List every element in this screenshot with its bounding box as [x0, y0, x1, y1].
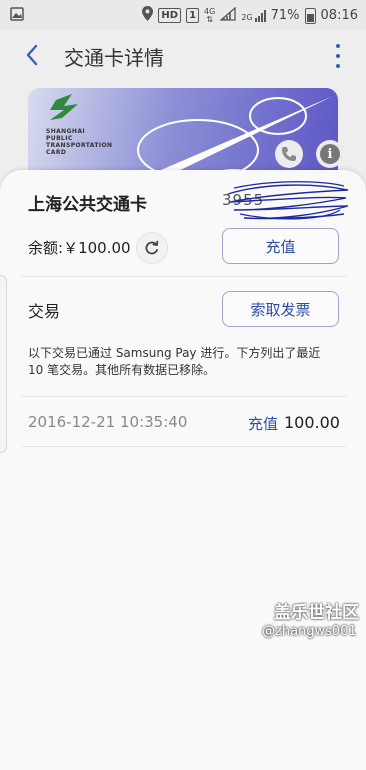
call-button[interactable] [275, 140, 303, 168]
sim-indicator: 1 [186, 8, 200, 23]
balance-label: 余额: [28, 239, 64, 257]
request-invoice-button[interactable]: 索取发票 [222, 291, 339, 327]
battery-percent: 71% [270, 8, 300, 23]
info-button[interactable]: i [316, 140, 344, 168]
top-up-button[interactable]: 充值 [222, 228, 339, 264]
card-text-line: CARD [46, 149, 67, 156]
hd-indicator: HD [158, 8, 182, 23]
card-logo-text: SHANGHAI PUBLIC TRANSPORTATION CARD [46, 128, 112, 156]
page-title: 交通卡详情 [64, 46, 164, 70]
divider [22, 276, 346, 277]
watermark-site: 盖乐世社区 [274, 603, 359, 623]
edge-panel-handle[interactable] [0, 275, 7, 453]
signal-icon [219, 6, 236, 25]
data-4g-indicator: 4G ⇅ [204, 6, 216, 24]
info-icon: i [320, 144, 340, 164]
back-arrow-icon [26, 44, 38, 66]
balance-value: ￥100.00 [63, 239, 131, 257]
battery-icon [304, 7, 316, 24]
signal-2g-indicator: 2G [241, 9, 266, 22]
phone-icon [282, 147, 296, 161]
refresh-icon [145, 240, 159, 255]
divider [22, 396, 346, 397]
redaction-scribble [227, 181, 349, 220]
transaction-time: 10:35:40 [120, 413, 188, 431]
transaction-type: 充值 [248, 415, 279, 433]
refresh-balance-button[interactable] [136, 232, 168, 264]
watermark-user: @zhangws001 [262, 624, 357, 639]
location-icon [142, 6, 154, 25]
gallery-notification-icon [10, 7, 24, 25]
clock: 08:16 [320, 8, 358, 23]
card-detail-sheet: i 上海公共交通卡 3955 余额:￥100.00 充值 交易 索取发票 以下交… [0, 140, 366, 770]
status-bar: HD 1 4G ⇅ 2G 71% 08:16 [0, 0, 366, 30]
card-text-line: PUBLIC [46, 135, 73, 142]
transaction-amount: 100.00 [284, 413, 340, 432]
balance: 余额:￥100.00 [28, 237, 131, 258]
more-dot-icon [336, 44, 340, 48]
back-button[interactable] [20, 42, 46, 68]
transactions-notice: 以下交易已通过 Samsung Pay 进行。下方列出了最近 10 笔交易。其他… [28, 346, 321, 377]
app-bar: 交通卡详情 [0, 30, 366, 80]
card-text-line: SHANGHAI [46, 128, 86, 135]
more-options-button[interactable] [334, 44, 342, 68]
card-text-line: TRANSPORTATION [46, 142, 113, 149]
transaction-date: 2016-12-21 [28, 413, 116, 431]
card-name: 上海公共交通卡 [28, 195, 147, 215]
transactions-title: 交易 [28, 302, 61, 321]
divider [22, 446, 346, 447]
